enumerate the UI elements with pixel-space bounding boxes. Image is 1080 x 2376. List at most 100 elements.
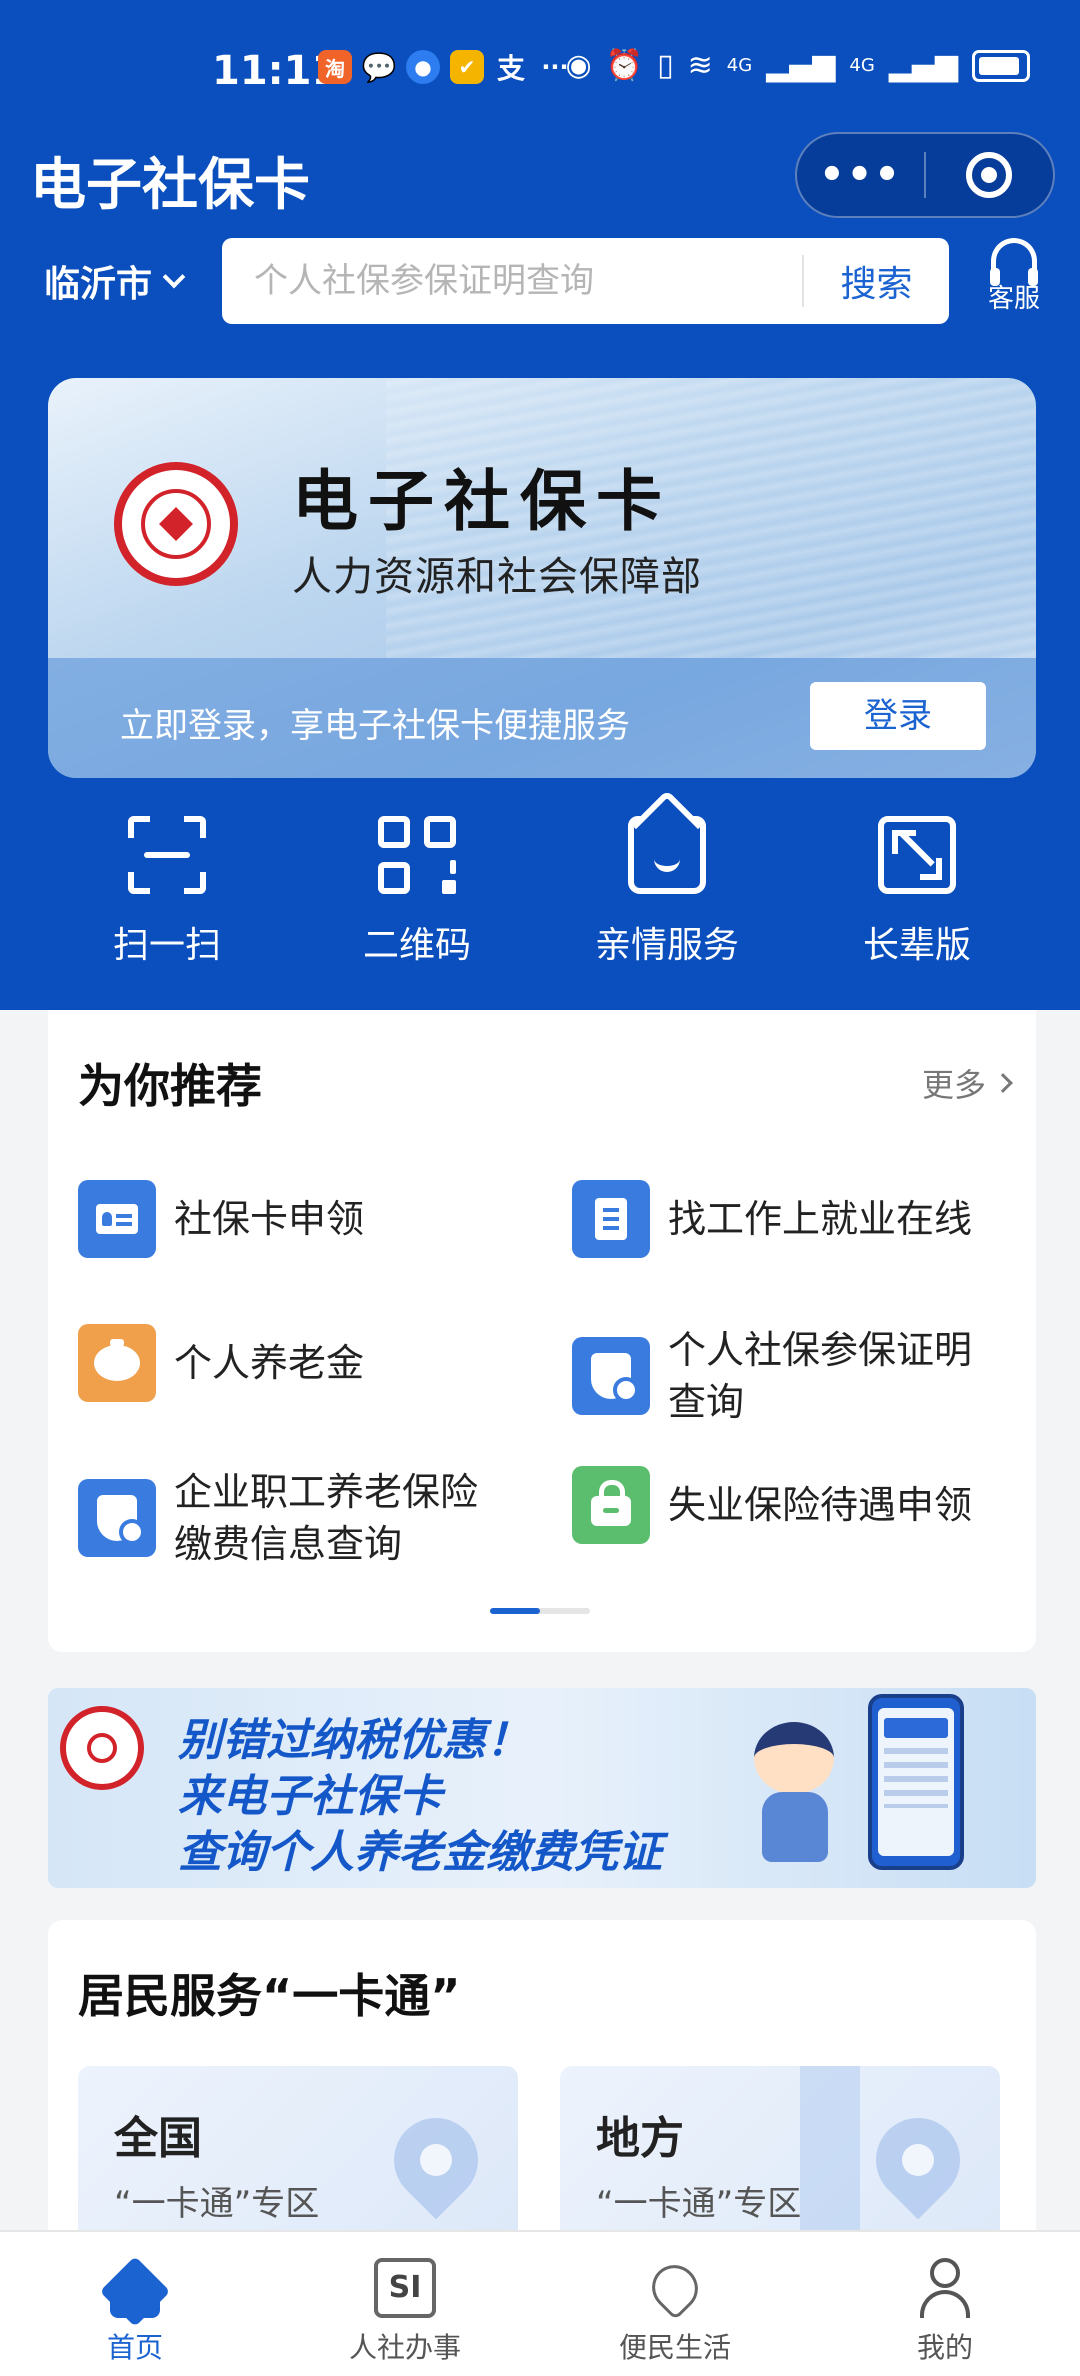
login-tip: 立即登录，享电子社保卡便捷服务 — [120, 706, 630, 746]
tab-me[interactable]: 我的 — [810, 2232, 1080, 2376]
alarm-icon: ⏰ — [605, 48, 644, 83]
recommend-section: 为你推荐 更多 社保卡申领 找工作上就业在线 个人养老金 个人社保参保证明查询 … — [48, 1010, 1036, 1652]
quick-action-elder-mode[interactable]: 长辈版 — [792, 808, 1042, 978]
piggy-bank-icon — [78, 1324, 156, 1402]
quick-actions: 扫一扫 二维码 亲情服务 长辈版 — [0, 808, 1080, 978]
eye-icon: ◉ — [565, 48, 592, 83]
tab-label: 首页 — [106, 2331, 163, 2364]
more-menu-button[interactable]: ••• — [797, 152, 924, 198]
status-icons: ◉ ⏰ ▯ ≋ 4G ▂▄▆ 4G ▂▄▆ — [566, 48, 1030, 83]
tab-convenience-life[interactable]: 便民生活 — [540, 2232, 810, 2376]
headset-icon — [990, 238, 1038, 286]
shield-search-icon — [78, 1479, 156, 1557]
location-pin-icon — [858, 2100, 978, 2220]
recommend-item-pension[interactable]: 个人养老金 — [78, 1324, 504, 1402]
target-icon — [966, 152, 1013, 198]
recommend-item-label: 个人社保参保证明查询 — [668, 1328, 973, 1424]
social-security-seal-icon — [60, 1706, 144, 1790]
recommend-item-label: 失业保险待遇申领 — [668, 1483, 973, 1527]
customer-service-button[interactable]: 客服 — [978, 238, 1050, 315]
zone-subtitle: “一卡通”专区 — [596, 2184, 802, 2224]
tab-label: 我的 — [916, 2331, 973, 2364]
recommend-item-label: 企业职工养老保险缴费信息查询 — [174, 1470, 479, 1566]
recommend-more-link[interactable]: 更多 — [921, 1060, 1013, 1106]
id-card-icon — [78, 1180, 156, 1258]
bottom-tab-bar: 首页 SI 人社办事 便民生活 我的 — [0, 2230, 1080, 2376]
taobao-icon: 淘 — [318, 50, 352, 84]
page-indicator — [490, 1608, 590, 1614]
quick-action-label: 二维码 — [362, 925, 471, 966]
quick-action-label: 亲情服务 — [594, 925, 739, 966]
document-icon — [572, 1180, 650, 1258]
si-icon: SI — [374, 2258, 436, 2318]
zone-subtitle: “一卡通”专区 — [114, 2184, 320, 2224]
tab-label: 人社办事 — [348, 2331, 461, 2364]
signal-icon-2: 4G — [849, 55, 875, 76]
city-label: 临沂市 — [44, 264, 153, 305]
alipay-icon: 支 — [496, 52, 525, 85]
page: 11:11 淘 💬 ● ✔ 支 ··· ◉ ⏰ ▯ ≋ 4G ▂▄▆ 4G ▂▄… — [0, 0, 1080, 2376]
phone-illustration-icon — [868, 1694, 964, 1870]
recommend-item-card-apply[interactable]: 社保卡申领 — [78, 1180, 504, 1258]
recommend-item-unemployment[interactable]: 失业保险待遇申领 — [572, 1466, 998, 1544]
quick-action-family-service[interactable]: 亲情服务 — [542, 808, 792, 978]
scan-icon — [128, 816, 206, 894]
tab-hr-services[interactable]: SI 人社办事 — [270, 2232, 540, 2376]
social-security-card[interactable]: 电子社保卡 人力资源和社会保障部 立即登录，享电子社保卡便捷服务 登录 — [48, 378, 1036, 778]
wifi-icon: ≋ — [687, 48, 713, 83]
city-selector[interactable]: 临沂市 — [44, 255, 186, 307]
lock-bag-icon — [572, 1466, 650, 1544]
home-icon — [99, 2256, 171, 2327]
quick-action-label: 扫一扫 — [112, 925, 221, 966]
recommend-item-label: 找工作上就业在线 — [668, 1197, 973, 1241]
banner-line-2: 来电子社保卡 — [178, 1771, 442, 1822]
qr-code-icon — [378, 816, 456, 894]
status-bar: 11:11 淘 💬 ● ✔ 支 ··· ◉ ⏰ ▯ ≋ 4G ▂▄▆ 4G ▂▄… — [0, 30, 1080, 110]
shield-search-icon — [572, 1337, 650, 1415]
chevron-down-icon — [162, 265, 186, 289]
customer-service-label: 客服 — [987, 284, 1040, 314]
card-login-strip: 立即登录，享电子社保卡便捷服务 登录 — [48, 658, 1036, 778]
cartoon-mascot-icon — [738, 1722, 848, 1872]
quick-action-qr-code[interactable]: 二维码 — [292, 808, 542, 978]
zone-title: 全国 — [114, 2113, 202, 2164]
shield-notification-icon: ✔ — [450, 50, 484, 84]
recommend-item-job-online[interactable]: 找工作上就业在线 — [572, 1180, 998, 1258]
location-pin-icon — [376, 2100, 496, 2220]
tab-home[interactable]: 首页 — [0, 2232, 270, 2376]
recommend-title: 为你推荐 — [78, 1059, 262, 1113]
recommend-item-insurance-certificate[interactable]: 个人社保参保证明查询 — [572, 1324, 998, 1428]
banner-line-1: 别错过纳税优惠！ — [178, 1715, 530, 1766]
page-title: 电子社保卡 — [30, 153, 310, 218]
signal-bars-icon: ▂▄▆ — [766, 48, 836, 83]
quick-action-scan[interactable]: 扫一扫 — [42, 808, 292, 978]
card-subtitle: 人力资源和社会保障部 — [292, 554, 702, 600]
chevron-right-icon — [993, 1073, 1013, 1093]
elder-mode-icon — [878, 816, 956, 894]
battery-icon — [972, 49, 1030, 82]
search-button[interactable]: 搜索 — [804, 255, 949, 307]
banner-line-3: 查询个人养老金缴费凭证 — [178, 1827, 662, 1878]
quick-action-label: 长辈版 — [862, 925, 971, 966]
close-mini-program-button[interactable] — [926, 152, 1053, 198]
social-security-seal-icon — [114, 462, 238, 586]
heart-hands-icon — [642, 2255, 708, 2321]
signal-bars-icon-2: ▂▄▆ — [888, 48, 958, 83]
signal-icon: 4G — [726, 55, 753, 76]
mini-program-capsule: ••• — [795, 132, 1055, 218]
search-input[interactable] — [222, 238, 802, 324]
chat-bubble-icon: 💬 — [361, 50, 397, 84]
status-app-badges: 淘 💬 ● ✔ 支 ··· — [318, 50, 572, 85]
search-bar: 搜索 — [222, 238, 949, 324]
zone-title: 地方 — [596, 2113, 684, 2164]
family-service-icon — [628, 816, 706, 894]
more-label: 更多 — [921, 1066, 986, 1104]
recommend-item-label: 个人养老金 — [174, 1341, 365, 1385]
recommend-item-label: 社保卡申领 — [174, 1197, 365, 1241]
recommend-item-enterprise-pension[interactable]: 企业职工养老保险缴费信息查询 — [78, 1466, 504, 1570]
user-icon — [914, 2258, 976, 2318]
vibrate-icon: ▯ — [657, 48, 674, 83]
promo-banner[interactable]: 别错过纳税优惠！ 来电子社保卡 查询个人养老金缴费凭证 — [48, 1688, 1036, 1888]
login-button[interactable]: 登录 — [810, 682, 986, 750]
card-title: 电子社保卡 — [292, 462, 672, 540]
